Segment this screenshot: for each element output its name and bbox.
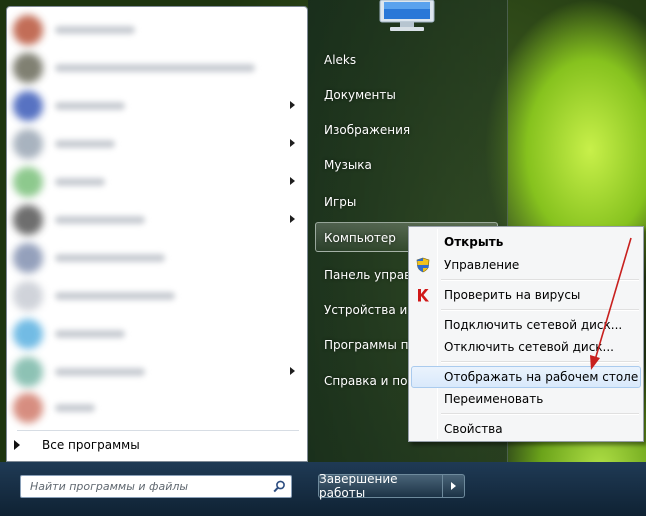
program-item[interactable] [11,13,301,47]
ctx-properties-label: Свойства [444,422,503,436]
submenu-arrow-icon [290,177,295,185]
ctx-manage[interactable]: Управление [411,254,641,276]
program-item[interactable] [11,317,301,351]
ctx-scan-virus[interactable]: Проверить на вирусы [411,284,641,306]
ctx-show-on-desktop[interactable]: Отображать на рабочем столе [411,366,641,388]
kaspersky-k-icon [418,289,429,302]
ctx-scan-virus-label: Проверить на вирусы [444,288,581,302]
shield-icon [416,257,430,273]
user-picture-computer-icon[interactable] [374,0,438,32]
program-item[interactable] [11,89,301,123]
program-item[interactable] [11,203,301,237]
program-item[interactable] [11,127,301,161]
ctx-map-network-drive-label: Подключить сетевой диск... [444,318,623,332]
ctx-map-network-drive[interactable]: Подключить сетевой диск... [411,314,641,336]
search-box[interactable] [20,475,292,498]
places-item-default-programs[interactable]: Программы по [324,333,416,357]
ctx-manage-label: Управление [444,258,520,272]
submenu-arrow-icon [290,215,295,223]
submenu-arrow-icon [290,139,295,147]
ctx-disconnect-network-drive[interactable]: Отключить сетевой диск... [411,336,641,358]
places-item-computer[interactable]: Компьютер [324,226,396,250]
program-item[interactable] [11,165,301,199]
ctx-open[interactable]: Открыть [411,231,641,253]
triangle-right-icon [451,482,456,490]
program-icon [13,243,43,273]
places-item-user[interactable]: Aleks [324,48,356,72]
program-item[interactable] [11,51,301,85]
places-item-music[interactable]: Музыка [324,153,372,177]
program-icon [13,205,43,235]
places-item-documents[interactable]: Документы [324,83,396,107]
all-programs-label: Все программы [42,438,140,452]
program-icon [13,91,43,121]
ctx-disconnect-network-drive-label: Отключить сетевой диск... [444,340,614,354]
start-menu-programs-pane [6,6,308,462]
shutdown-options-button[interactable] [443,474,465,498]
separator [441,309,639,311]
places-item-control-panel[interactable]: Панель управл [324,263,419,287]
separator [17,430,299,431]
submenu-arrow-icon [290,367,295,375]
program-icon [13,15,43,45]
triangle-right-icon [14,440,20,450]
ctx-rename[interactable]: Переименовать [411,388,641,410]
program-icon [13,357,43,387]
program-icon [13,319,43,349]
ctx-open-label: Открыть [444,235,504,249]
ctx-show-on-desktop-label: Отображать на рабочем столе [444,370,639,384]
shutdown-button[interactable]: Завершение работы [318,472,443,500]
program-icon [13,281,43,311]
ctx-properties[interactable]: Свойства [411,418,641,440]
search-icon[interactable] [273,480,286,493]
program-icon [13,129,43,159]
search-input[interactable] [21,476,271,497]
program-icon [13,167,43,197]
separator [441,361,639,363]
places-item-games[interactable]: Игры [324,190,356,214]
ctx-rename-label: Переименовать [444,392,544,406]
submenu-arrow-icon [290,101,295,109]
context-menu: Открыть Управление Проверить на вирусы П… [408,226,644,442]
program-icon [13,53,43,83]
program-icon [13,393,43,423]
program-item[interactable] [11,241,301,275]
all-programs-button[interactable]: Все программы [12,432,292,458]
program-item[interactable] [11,355,301,389]
program-item[interactable] [11,391,301,425]
separator [441,413,639,415]
program-item[interactable] [11,279,301,313]
separator [441,279,639,281]
places-item-pictures[interactable]: Изображения [324,118,410,142]
